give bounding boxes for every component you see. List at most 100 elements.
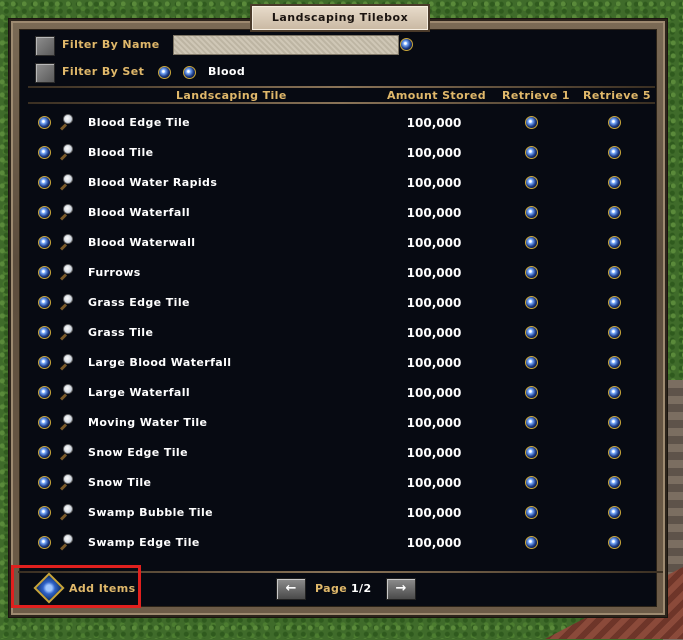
retrieve-1-gem-icon[interactable] — [525, 386, 538, 399]
previous-page-button[interactable]: ← — [276, 578, 306, 600]
tile-amount: 100,000 — [406, 356, 462, 370]
retrieve-5-gem-icon[interactable] — [608, 536, 621, 549]
magnifier-icon[interactable] — [60, 174, 76, 190]
apply-name-filter-gem-icon[interactable] — [400, 38, 413, 51]
page-indicator: 1/2 — [351, 582, 372, 595]
select-gem-icon[interactable] — [38, 506, 51, 519]
filter-by-set-button[interactable] — [35, 63, 55, 83]
select-gem-icon[interactable] — [38, 116, 51, 129]
select-gem-icon[interactable] — [38, 326, 51, 339]
filter-by-name-button[interactable] — [35, 36, 55, 56]
tile-amount: 100,000 — [406, 416, 462, 430]
retrieve-1-gem-icon[interactable] — [525, 326, 538, 339]
magnifier-icon[interactable] — [60, 534, 76, 550]
select-gem-icon[interactable] — [38, 536, 51, 549]
retrieve-5-gem-icon[interactable] — [608, 476, 621, 489]
retrieve-5-gem-icon[interactable] — [608, 146, 621, 159]
retrieve-1-gem-icon[interactable] — [525, 506, 538, 519]
select-gem-icon[interactable] — [38, 206, 51, 219]
header-divider-top — [28, 86, 655, 88]
magnifier-icon[interactable] — [60, 264, 76, 280]
table-row: Blood Waterfall 100,000 — [0, 198, 683, 228]
tile-amount: 100,000 — [406, 536, 462, 550]
retrieve-1-gem-icon[interactable] — [525, 296, 538, 309]
select-gem-icon[interactable] — [38, 476, 51, 489]
retrieve-1-gem-icon[interactable] — [525, 266, 538, 279]
retrieve-5-gem-icon[interactable] — [608, 506, 621, 519]
tile-amount: 100,000 — [406, 326, 462, 340]
magnifier-icon[interactable] — [60, 414, 76, 430]
magnifier-icon[interactable] — [60, 474, 76, 490]
tile-name: Large Waterfall — [88, 386, 191, 399]
retrieve-5-gem-icon[interactable] — [608, 236, 621, 249]
tile-name: Large Blood Waterfall — [88, 356, 232, 369]
magnifier-icon[interactable] — [60, 444, 76, 460]
select-gem-icon[interactable] — [38, 236, 51, 249]
magnifier-icon[interactable] — [60, 384, 76, 400]
next-page-button[interactable]: → — [386, 578, 416, 600]
retrieve-1-gem-icon[interactable] — [525, 116, 538, 129]
table-row: Blood Tile 100,000 — [0, 138, 683, 168]
magnifier-icon[interactable] — [60, 294, 76, 310]
table-row: Grass Edge Tile 100,000 — [0, 288, 683, 318]
retrieve-5-gem-icon[interactable] — [608, 206, 621, 219]
tile-amount: 100,000 — [406, 476, 462, 490]
select-gem-icon[interactable] — [38, 176, 51, 189]
tile-name: Swamp Bubble Tile — [88, 506, 214, 519]
tile-amount: 100,000 — [406, 116, 462, 130]
table-row: Large Blood Waterfall 100,000 — [0, 348, 683, 378]
retrieve-1-gem-icon[interactable] — [525, 476, 538, 489]
retrieve-5-gem-icon[interactable] — [608, 326, 621, 339]
next-set-gem-icon[interactable] — [183, 66, 196, 79]
magnifier-icon[interactable] — [60, 204, 76, 220]
retrieve-1-gem-icon[interactable] — [525, 236, 538, 249]
magnifier-icon[interactable] — [60, 354, 76, 370]
table-row: Swamp Bubble Tile 100,000 — [0, 498, 683, 528]
previous-set-gem-icon[interactable] — [158, 66, 171, 79]
select-gem-icon[interactable] — [38, 146, 51, 159]
retrieve-1-gem-icon[interactable] — [525, 446, 538, 459]
retrieve-5-gem-icon[interactable] — [608, 266, 621, 279]
tile-amount: 100,000 — [406, 236, 462, 250]
retrieve-5-gem-icon[interactable] — [608, 296, 621, 309]
page-label: Page — [315, 582, 348, 595]
table-row: Snow Tile 100,000 — [0, 468, 683, 498]
magnifier-icon[interactable] — [60, 504, 76, 520]
tile-name: Blood Water Rapids — [88, 176, 218, 189]
name-filter-input[interactable] — [173, 35, 399, 55]
retrieve-1-gem-icon[interactable] — [525, 416, 538, 429]
magnifier-icon[interactable] — [60, 144, 76, 160]
select-gem-icon[interactable] — [38, 266, 51, 279]
retrieve-1-gem-icon[interactable] — [525, 356, 538, 369]
tile-name: Blood Waterfall — [88, 206, 191, 219]
retrieve-1-gem-icon[interactable] — [525, 176, 538, 189]
retrieve-5-gem-icon[interactable] — [608, 176, 621, 189]
select-gem-icon[interactable] — [38, 446, 51, 459]
retrieve-5-gem-icon[interactable] — [608, 116, 621, 129]
magnifier-icon[interactable] — [60, 114, 76, 130]
retrieve-5-gem-icon[interactable] — [608, 386, 621, 399]
retrieve-5-gem-icon[interactable] — [608, 356, 621, 369]
header-divider-bottom — [28, 102, 655, 104]
select-gem-icon[interactable] — [38, 416, 51, 429]
select-gem-icon[interactable] — [38, 386, 51, 399]
select-gem-icon[interactable] — [38, 356, 51, 369]
tile-name: Snow Tile — [88, 476, 152, 489]
retrieve-1-gem-icon[interactable] — [525, 536, 538, 549]
retrieve-5-gem-icon[interactable] — [608, 416, 621, 429]
retrieve-1-gem-icon[interactable] — [525, 206, 538, 219]
tile-amount: 100,000 — [406, 146, 462, 160]
add-items-highlight — [11, 565, 141, 608]
retrieve-1-gem-icon[interactable] — [525, 146, 538, 159]
tile-name: Blood Waterwall — [88, 236, 196, 249]
retrieve-5-gem-icon[interactable] — [608, 446, 621, 459]
table-row: Swamp Edge Tile 100,000 — [0, 528, 683, 558]
column-header-retrieve-5: Retrieve 5 — [583, 89, 651, 102]
set-filter-value: Blood — [208, 65, 246, 78]
select-gem-icon[interactable] — [38, 296, 51, 309]
magnifier-icon[interactable] — [60, 234, 76, 250]
magnifier-icon[interactable] — [60, 324, 76, 340]
window-title-tab[interactable]: Landscaping Tilebox — [250, 4, 430, 32]
tile-amount: 100,000 — [406, 446, 462, 460]
table-row: Furrows 100,000 — [0, 258, 683, 288]
